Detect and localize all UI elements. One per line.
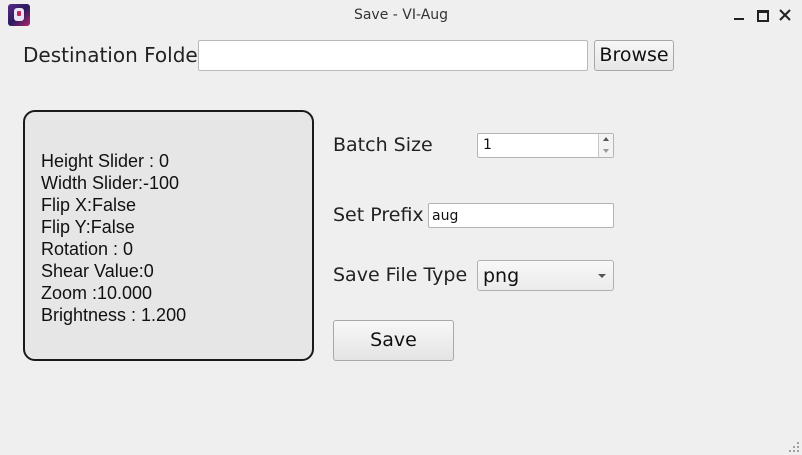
chevron-down-icon	[598, 274, 606, 278]
browse-button[interactable]: Browse	[594, 40, 674, 71]
prefix-input[interactable]	[428, 203, 614, 228]
destination-folder-label: Destination Folder	[23, 43, 206, 67]
batch-size-value[interactable]: 1	[483, 137, 492, 153]
spin-down-icon[interactable]	[599, 146, 613, 157]
settings-summary-panel: Height Slider : 0 Width Slider:-100 Flip…	[23, 110, 314, 361]
save-window: Save - VI-Aug Destination Folder Browse …	[0, 0, 802, 455]
close-icon[interactable]	[776, 6, 794, 24]
flip-x-info: Flip X:False	[41, 195, 137, 215]
shear-value-info: Shear Value:0	[41, 261, 154, 281]
batch-size-spinbox[interactable]: 1	[477, 133, 614, 158]
file-type-select[interactable]: png	[477, 260, 614, 291]
file-type-value: png	[483, 265, 520, 287]
resize-grip-icon[interactable]	[788, 441, 800, 453]
title-bar: Save - VI-Aug	[0, 0, 802, 30]
spin-up-icon[interactable]	[599, 134, 613, 145]
flip-y-info: Flip Y:False	[41, 217, 135, 237]
zoom-info: Zoom :10.000	[41, 283, 153, 303]
maximize-icon[interactable]	[753, 6, 771, 24]
height-slider-info: Height Slider : 0	[41, 151, 170, 171]
rotation-info: Rotation : 0	[41, 239, 134, 259]
window-title: Save - VI-Aug	[353, 7, 449, 23]
destination-folder-input[interactable]	[198, 40, 588, 71]
width-slider-info: Width Slider:-100	[41, 173, 180, 193]
save-file-type-label: Save File Type	[333, 264, 468, 286]
set-prefix-label: Set Prefix	[333, 204, 424, 226]
save-button[interactable]: Save	[333, 320, 454, 361]
spin-arrows	[598, 134, 613, 157]
batch-size-label: Batch Size	[333, 134, 433, 156]
brightness-info: Brightness : 1.200	[41, 305, 187, 325]
minimize-icon[interactable]	[730, 6, 748, 24]
